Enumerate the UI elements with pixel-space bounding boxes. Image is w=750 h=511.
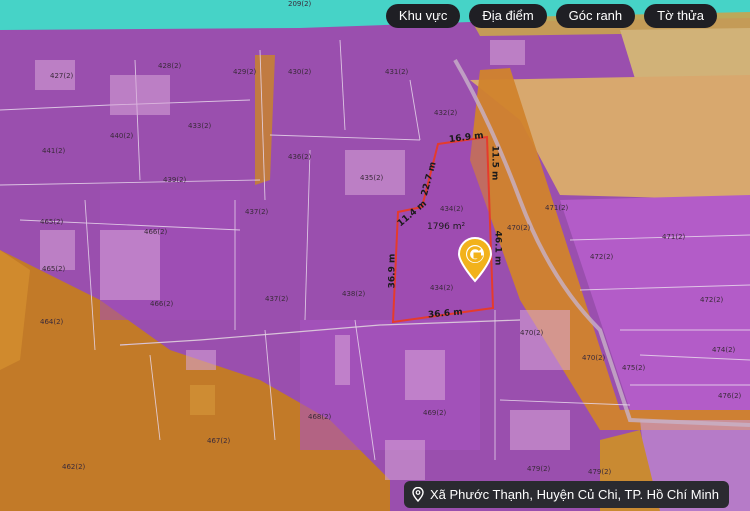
lot-label: 470(2) [520, 329, 544, 337]
lot-label: 429(2) [233, 68, 257, 76]
lot-label: 439(2) [163, 176, 187, 184]
lot-label: 464(2) [40, 318, 64, 326]
lot-label: 436(2) [288, 153, 312, 161]
lot-label: 431(2) [385, 68, 409, 76]
lot-label: 465(2) [40, 218, 64, 226]
edge-length-right-upper: 11.5 m [489, 145, 500, 181]
lot-label: 474(2) [712, 346, 736, 354]
area-button[interactable]: Khu vực [385, 4, 461, 28]
parcel-area: 1796 m² [427, 222, 466, 232]
map-base [0, 0, 750, 511]
lot-label: 471(2) [545, 204, 569, 212]
lot-label: 435(2) [360, 174, 384, 182]
lot-label: 466(2) [150, 300, 174, 308]
lot-label: 470(2) [507, 224, 531, 232]
lot-label: 472(2) [590, 253, 614, 261]
lot-label: 437(2) [245, 208, 269, 216]
lot-label: 472(2) [700, 296, 724, 304]
lot-label: 469(2) [423, 409, 447, 417]
location-button[interactable]: Địa điểm [469, 4, 547, 28]
lot-label: 468(2) [308, 413, 332, 421]
sheet-parcel-button[interactable]: Tờ thửa [644, 4, 717, 28]
lot-label: 476(2) [718, 392, 742, 400]
lot-label: 470(2) [582, 354, 606, 362]
lot-label: 427(2) [50, 72, 74, 80]
lot-label: 479(2) [527, 465, 551, 473]
map-view[interactable]: 209(2) 427(2) 428(2) 429(2) 430(2) 431(2… [0, 0, 750, 511]
lot-label: 432(2) [434, 109, 458, 117]
location-pin-icon [412, 487, 424, 502]
map-toolbar: Khu vực Địa điểm Góc ranh Tờ thửa [385, 4, 717, 28]
location-marker-icon[interactable] [456, 237, 494, 283]
lot-label: 467(2) [207, 437, 231, 445]
lot-label: 471(2) [662, 233, 686, 241]
edge-length-left: 36.9 m [387, 253, 398, 289]
lot-label: 479(2) [588, 468, 612, 476]
lot-label: 430(2) [288, 68, 312, 76]
address-bar[interactable]: Xã Phước Thạnh, Huyện Củ Chi, TP. Hồ Chí… [404, 481, 729, 508]
lot-label: 466(2) [144, 228, 168, 236]
lot-label: 441(2) [42, 147, 66, 155]
lot-label: 437(2) [265, 295, 289, 303]
lot-label: 428(2) [158, 62, 182, 70]
lot-label: 433(2) [188, 122, 212, 130]
lot-label: 438(2) [342, 290, 366, 298]
corner-boundary-button[interactable]: Góc ranh [555, 4, 636, 28]
parcel-number: 434(2) [430, 284, 454, 292]
parcel-number: 434(2) [440, 205, 464, 213]
lot-label: 475(2) [622, 364, 646, 372]
lot-label: 209(2) [288, 0, 312, 8]
lot-label: 465(2) [42, 265, 66, 273]
address-text: Xã Phước Thạnh, Huyện Củ Chi, TP. Hồ Chí… [430, 487, 719, 502]
lot-label: 462(2) [62, 463, 86, 471]
lot-label: 440(2) [110, 132, 134, 140]
